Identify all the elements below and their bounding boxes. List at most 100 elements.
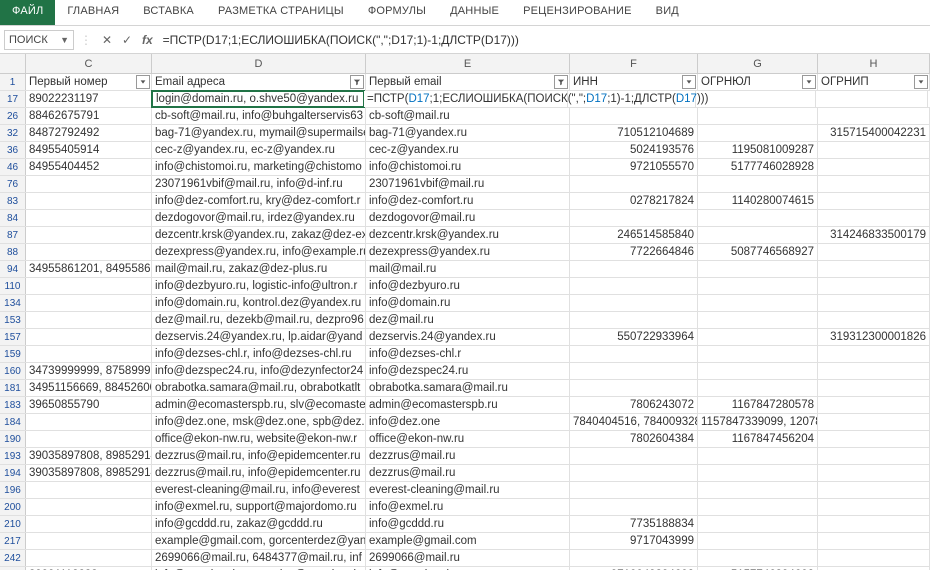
row-header[interactable]: 134 <box>0 295 26 311</box>
row-header[interactable]: 190 <box>0 431 26 447</box>
cell[interactable] <box>818 431 930 447</box>
cell[interactable]: dezservis.24@yandex.ru, lp.aidar@yand <box>152 329 366 345</box>
cell[interactable]: 2699066@mail.ru, 6484377@mail.ru, inf <box>152 550 366 566</box>
cell[interactable]: 315715400042231 <box>818 125 930 141</box>
cell[interactable] <box>26 499 152 515</box>
filter-header-E[interactable]: Первый email <box>366 74 570 90</box>
filter-icon[interactable] <box>554 75 568 89</box>
cell[interactable] <box>698 278 818 294</box>
cell[interactable] <box>698 482 818 498</box>
cell[interactable] <box>818 295 930 311</box>
cell[interactable] <box>698 533 818 549</box>
row-header[interactable]: 1 <box>0 74 26 90</box>
col-header-F[interactable]: F <box>570 54 698 73</box>
cell[interactable] <box>26 176 152 192</box>
cell[interactable]: dezdogovor@mail.ru, irdez@yandex.ru <box>152 210 366 226</box>
cell[interactable] <box>26 193 152 209</box>
grid-body[interactable]: 1Первый номерEmail адресаПервый emailИНН… <box>0 74 930 570</box>
cell[interactable]: 2699066@mail.ru <box>366 550 570 566</box>
row-header[interactable]: 32 <box>0 125 26 141</box>
cell[interactable]: 84955404452 <box>26 159 152 175</box>
cell[interactable] <box>570 312 698 328</box>
ribbon-tab-formulas[interactable]: ФОРМУЛЫ <box>356 0 438 25</box>
row-header[interactable]: 181 <box>0 380 26 396</box>
cell[interactable] <box>26 295 152 311</box>
cell[interactable]: dezzrus@mail.ru <box>366 465 570 481</box>
cell[interactable]: everest-cleaning@mail.ru <box>366 482 570 498</box>
cell[interactable]: 7735188834 <box>570 516 698 532</box>
cell[interactable] <box>570 448 698 464</box>
cell[interactable] <box>818 244 930 260</box>
cell[interactable] <box>570 108 698 124</box>
cell[interactable] <box>698 312 818 328</box>
cell[interactable] <box>26 533 152 549</box>
cell[interactable] <box>818 108 930 124</box>
cell[interactable]: dez@mail.ru, dezekb@mail.ru, dezpro96 <box>152 312 366 328</box>
filter-header-C[interactable]: Первый номер <box>26 74 152 90</box>
cell[interactable]: 39650855790 <box>26 397 152 413</box>
cell[interactable]: 89022231197 <box>26 91 152 107</box>
cell[interactable]: 314246833500179 <box>818 227 930 243</box>
name-box[interactable]: ПОИСК ▼ <box>4 30 74 50</box>
cell[interactable]: info@domain.ru <box>366 295 570 311</box>
row-header[interactable]: 194 <box>0 465 26 481</box>
cell[interactable]: dezzrus@mail.ru <box>366 448 570 464</box>
cell[interactable]: example@gmail.com <box>366 533 570 549</box>
cancel-formula-button[interactable]: ✕ <box>98 33 116 47</box>
filter-icon[interactable] <box>136 75 150 89</box>
cell[interactable]: office@ekon-nw.ru, website@ekon-nw.r <box>152 431 366 447</box>
cell[interactable] <box>818 499 930 515</box>
cell[interactable]: info@dezses-chl.r, info@dezses-chl.ru <box>152 346 366 362</box>
cell[interactable]: 39035897808, 89852914393, <box>26 448 152 464</box>
row-header[interactable]: 183 <box>0 397 26 413</box>
cell[interactable]: 246514585840 <box>570 227 698 243</box>
cell[interactable]: dezcentr.krsk@yandex.ru <box>366 227 570 243</box>
cell[interactable]: obrabotka.samara@mail.ru <box>366 380 570 396</box>
cell[interactable]: cb-soft@mail.ru, info@buhgalterservis63 <box>152 108 366 124</box>
filter-header-D[interactable]: Email адреса <box>152 74 366 90</box>
cell[interactable] <box>698 125 818 141</box>
cell[interactable]: info@dezspec24.ru <box>366 363 570 379</box>
cell[interactable] <box>570 261 698 277</box>
filter-icon[interactable] <box>350 75 364 89</box>
col-header-C[interactable]: C <box>26 54 152 73</box>
cell[interactable] <box>698 516 818 532</box>
cell[interactable] <box>818 210 930 226</box>
cell[interactable] <box>570 465 698 481</box>
cell[interactable]: info@dezspec24.ru, info@dezynfector24 <box>152 363 366 379</box>
cell[interactable] <box>816 91 928 107</box>
cell[interactable]: info@gcddd.ru, zakaz@gcddd.ru <box>152 516 366 532</box>
cell[interactable]: dezservis.24@yandex.ru <box>366 329 570 345</box>
cell[interactable] <box>818 516 930 532</box>
cell[interactable]: bag-71@yandex.ru <box>366 125 570 141</box>
cell[interactable]: cec-z@yandex.ru <box>366 142 570 158</box>
cell[interactable]: login@domain.ru, o.shve50@yandex.ru <box>151 90 365 108</box>
row-header[interactable]: 36 <box>0 142 26 158</box>
cell[interactable]: 550722933964 <box>570 329 698 345</box>
cell[interactable] <box>698 295 818 311</box>
cell[interactable]: example@gmail.com, gorcenterdez@yan <box>152 533 366 549</box>
filter-header-F[interactable]: ИНН <box>570 74 698 90</box>
cell[interactable]: dezexpress@yandex.ru <box>366 244 570 260</box>
cell[interactable]: bag-71@yandex.ru, mymail@supermailse <box>152 125 366 141</box>
filter-header-G[interactable]: ОГРНЮЛ <box>698 74 818 90</box>
row-header[interactable]: 87 <box>0 227 26 243</box>
cell[interactable]: 1167847456204 <box>698 431 818 447</box>
cell[interactable]: info@dezbyuro.ru, logistic-info@ultron.r <box>152 278 366 294</box>
cell[interactable] <box>570 499 698 515</box>
cell[interactable] <box>698 465 818 481</box>
cell[interactable] <box>698 176 818 192</box>
row-header[interactable]: 83 <box>0 193 26 209</box>
cell[interactable] <box>570 482 698 498</box>
cell[interactable] <box>26 482 152 498</box>
cell[interactable] <box>818 465 930 481</box>
cell[interactable] <box>698 210 818 226</box>
col-header-H[interactable]: H <box>818 54 930 73</box>
row-header[interactable]: 17 <box>0 91 26 107</box>
cell[interactable] <box>570 346 698 362</box>
cell[interactable] <box>570 363 698 379</box>
cell[interactable]: 7806243072 <box>570 397 698 413</box>
cell[interactable] <box>26 516 152 532</box>
filter-header-H[interactable]: ОГРНИП <box>818 74 930 90</box>
cell[interactable] <box>818 312 930 328</box>
